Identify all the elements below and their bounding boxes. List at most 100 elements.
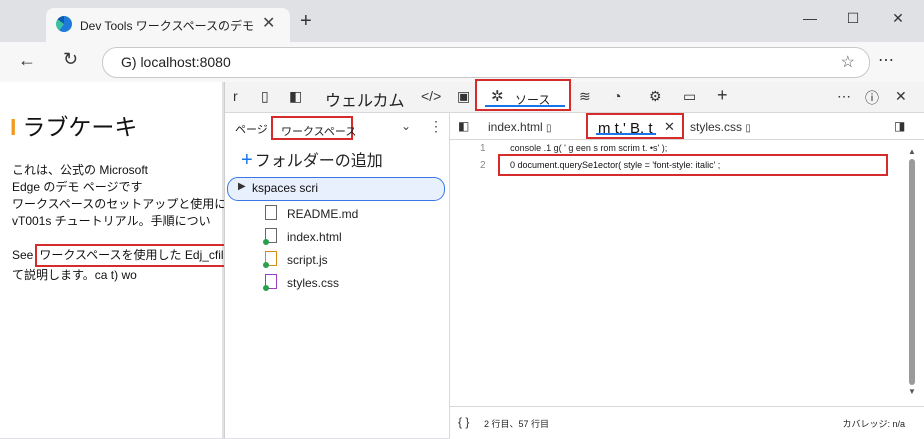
editor-scrollbar[interactable]: ▲ ▼: [908, 147, 916, 397]
plus-icon: +: [241, 149, 253, 171]
editor-status-bar: { } 2 行目、57 行目 カバレッジ: n/a: [450, 406, 924, 439]
file-name: index.html: [287, 230, 342, 244]
back-arrow-icon[interactable]: ←: [18, 50, 36, 71]
file-script-js[interactable]: script.js: [263, 251, 328, 268]
browser-toolbar: ← ↻ G) localhost:8080 ☆ ⋯: [0, 42, 924, 82]
console-icon[interactable]: ▣: [457, 88, 470, 105]
help-icon[interactable]: ⓘ: [865, 88, 879, 108]
page-heading: I ラブケーキ: [10, 108, 137, 142]
close-tab-icon[interactable]: ✕: [262, 13, 275, 33]
tab-label: styles.css: [690, 120, 743, 134]
file-readme[interactable]: README.md: [265, 205, 358, 221]
address-bar[interactable]: G) localhost:8080 ☆: [102, 47, 870, 78]
file-icon: [263, 228, 277, 245]
chevron-down-icon[interactable]: ⌄: [401, 119, 411, 133]
toggle-navigator-icon[interactable]: ◧: [458, 119, 469, 133]
tab-page[interactable]: ページ: [235, 121, 268, 137]
line-number: 1: [480, 143, 486, 154]
more-menu-icon[interactable]: ⋯: [878, 50, 894, 70]
pretty-print-icon[interactable]: { }: [458, 415, 469, 429]
file-icon: [265, 205, 277, 220]
dock-icon[interactable]: ◧: [289, 88, 302, 105]
intro-line: これは、公式の Microsoft: [12, 163, 149, 177]
minimize-icon[interactable]: —: [800, 10, 820, 26]
line-number: 2: [480, 160, 486, 171]
cursor-position: 2 行目、57 行目: [484, 419, 550, 429]
code-text: 0 document.querySe1ector( style = 'font-…: [510, 160, 721, 170]
devtools-tab-strip: r ▯ ◧ ウェルカム </> ▣ ✲ ソース ≋ ◔ ⚙ ▭ + ⋯ ⓘ ✕: [225, 79, 924, 113]
coverage-status: カバレッジ: n/a: [842, 419, 905, 429]
heading-text: ラブケーキ: [22, 114, 138, 140]
tab-welcome[interactable]: ウェルカム: [325, 87, 405, 111]
workspace-folder[interactable]: ▶ kspaces scri: [227, 177, 445, 201]
toggle-debugger-icon[interactable]: ◨: [894, 119, 905, 133]
file-icon: [263, 251, 277, 268]
tab-title: Dev Tools ワークスペースのデモ: [80, 19, 255, 33]
elements-code-icon[interactable]: </>: [421, 88, 441, 104]
scroll-down-icon[interactable]: ▼: [908, 387, 916, 396]
link-paragraph-end: て説明します。ca t) wo: [12, 268, 137, 282]
folder-name: kspaces scri: [252, 181, 319, 195]
scroll-up-icon[interactable]: ▲: [908, 147, 916, 156]
application-icon[interactable]: ▭: [683, 88, 696, 105]
page-body: これは、公式の Microsoft Edge のデモ ページです ワークスペース…: [12, 162, 281, 298]
navigator-menu-icon[interactable]: ⋮: [429, 118, 443, 135]
url-text: G) localhost:8080: [121, 54, 231, 70]
scrollbar-thumb[interactable]: [909, 159, 915, 385]
heading-mark: I: [10, 114, 17, 140]
editor-tabs: ◧ index.html ▯ m t.' B. t ✕ styles.css ▯…: [450, 113, 924, 140]
web-page: I ラブケーキ これは、公式の Microsoft Edge のデモ ページです …: [0, 82, 281, 438]
active-tab-indicator: [485, 105, 565, 107]
code-text: console .1 g( ' g een s rom scrim t. •s'…: [510, 143, 668, 153]
devtools-menu-icon[interactable]: ⋯: [837, 88, 851, 105]
file-name: styles.css: [287, 276, 340, 290]
file-index-html[interactable]: index.html: [263, 228, 342, 245]
workspace-link[interactable]: ワークスペースを使用した Edj_cfiles: [35, 244, 241, 267]
code-line-2[interactable]: 0 document.querySe1ector( style = 'font-…: [498, 154, 888, 176]
add-folder-button[interactable]: + フォルダーの追加: [241, 147, 383, 172]
edge-icon: [56, 16, 72, 32]
file-icon: ▯: [546, 123, 552, 134]
devtools-panel: r ▯ ◧ ウェルカム </> ▣ ✲ ソース ≋ ◔ ⚙ ▭ + ⋯ ⓘ ✕ …: [224, 79, 924, 439]
file-name: README.md: [287, 207, 359, 221]
more-tools-plus-icon[interactable]: +: [717, 85, 728, 106]
performance-gauge-icon[interactable]: ◔: [613, 88, 621, 104]
tab-label: index.html: [488, 120, 543, 134]
editor-tab-index-html[interactable]: index.html ▯: [488, 120, 552, 134]
close-devtools-icon[interactable]: ✕: [895, 88, 907, 105]
intro-paragraph: これは、公式の Microsoft Edge のデモ ページです ワークスペース…: [12, 162, 281, 230]
bug-icon: ✲: [491, 88, 504, 105]
reload-icon[interactable]: ↻: [63, 49, 78, 70]
active-tab-indicator: [596, 133, 656, 135]
code-editor: ◧ index.html ▯ m t.' B. t ✕ styles.css ▯…: [450, 113, 924, 439]
file-styles-css[interactable]: styles.css: [263, 274, 340, 291]
see-text: See: [12, 248, 34, 262]
memory-chip-icon[interactable]: ⚙: [649, 88, 662, 105]
workspace-tab-label: ワークスペース: [281, 126, 357, 138]
navigator-tabs: ページ ワークスペース ⌄ ⋮: [225, 113, 449, 141]
maximize-icon[interactable]: ☐: [843, 10, 863, 27]
device-toolbar-icon[interactable]: ▯: [261, 88, 269, 105]
sources-navigator: ページ ワークスペース ⌄ ⋮ + フォルダーの追加 ▶ kspaces scri…: [225, 113, 450, 438]
code-line-1[interactable]: 1 console .1 g( ' g een s rom scrim t. •…: [450, 143, 667, 154]
close-tab-icon[interactable]: ✕: [664, 119, 675, 135]
add-folder-label: フォルダーの追加: [254, 153, 383, 170]
network-wifi-icon[interactable]: ≋: [579, 88, 591, 105]
expand-arrow-icon[interactable]: ▶: [238, 181, 246, 192]
editor-tab-script-js[interactable]: m t.' B. t ✕: [586, 113, 684, 139]
tab-workspace[interactable]: ワークスペース: [271, 116, 357, 140]
favorite-star-icon[interactable]: ☆: [841, 52, 855, 72]
file-name: script.js: [287, 253, 328, 267]
intro-line: Edge のデモ ページです: [12, 180, 143, 194]
file-icon: [263, 274, 277, 291]
inspect-icon[interactable]: r: [233, 88, 238, 104]
link-paragraph: See ワークスペースを使用した Edj_cfiles て説明します。ca t) …: [12, 244, 248, 284]
file-icon: ▯: [745, 123, 751, 134]
tab-sources[interactable]: ✲ ソース: [475, 79, 571, 111]
editor-tab-styles-css[interactable]: styles.css ▯: [690, 120, 751, 134]
browser-tab[interactable]: Dev Tools ワークスペースのデモ ✕: [46, 8, 290, 42]
intro-line: vT001s チュートリアル。手順につい: [12, 214, 211, 228]
title-bar: Dev Tools ワークスペースのデモ ✕ + — ☐ ✕: [0, 0, 924, 42]
new-tab-icon[interactable]: +: [300, 10, 312, 33]
close-window-icon[interactable]: ✕: [888, 10, 908, 27]
